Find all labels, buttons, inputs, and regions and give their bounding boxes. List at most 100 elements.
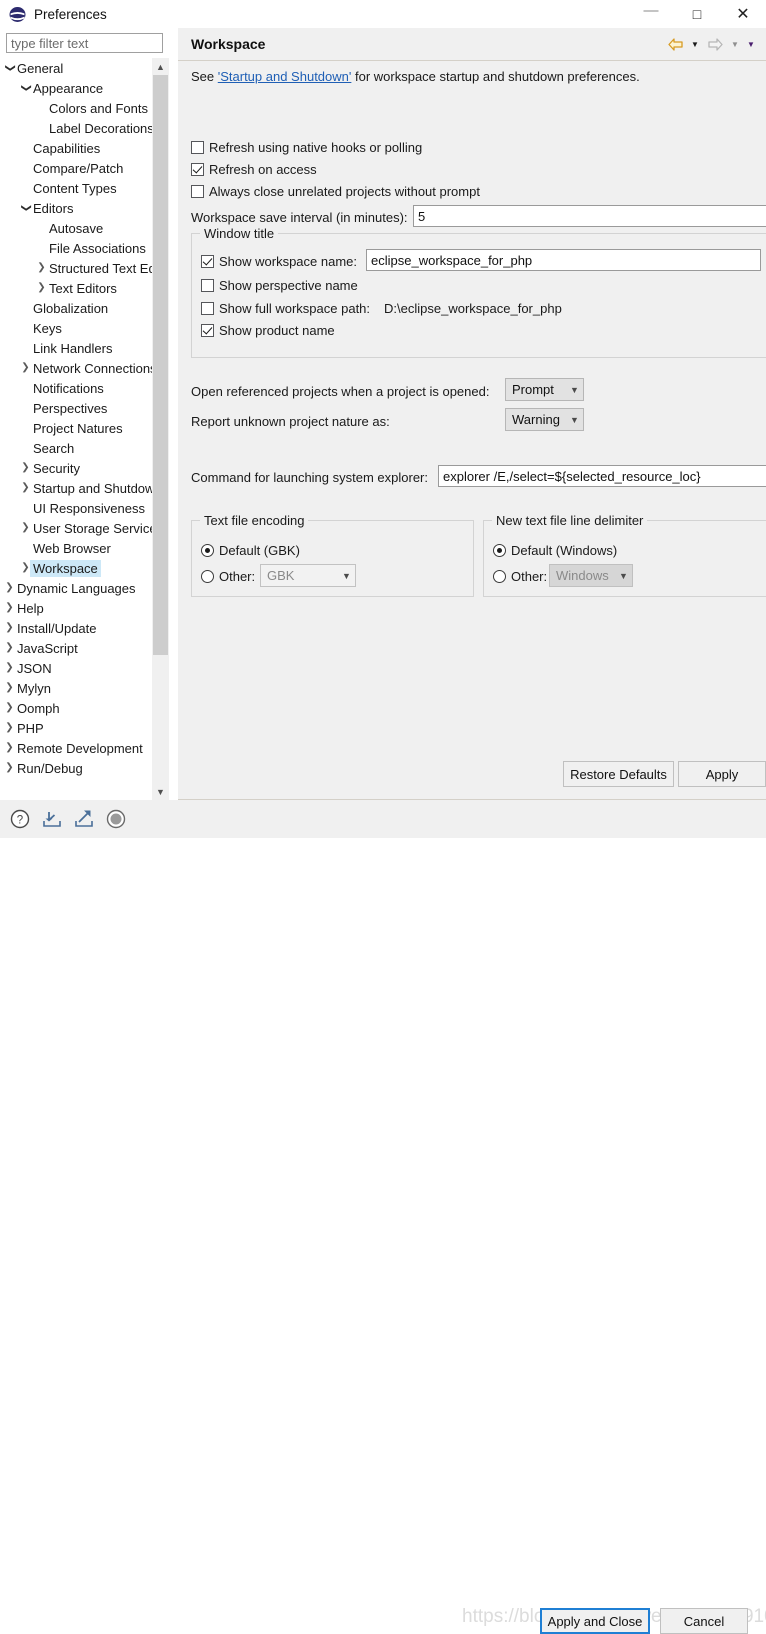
workspace-name-input[interactable] [366, 249, 761, 271]
back-menu-chevron-down-icon[interactable]: ▼ [688, 34, 702, 54]
chevron-right-icon[interactable]: ❯ [2, 698, 17, 718]
apply-button[interactable]: Apply [678, 761, 766, 787]
sidebar-item-globalization[interactable]: Globalization [0, 298, 152, 318]
checkbox-indicator[interactable] [191, 185, 204, 198]
radio-indicator[interactable] [201, 544, 214, 557]
checkbox-indicator[interactable] [201, 302, 214, 315]
encoding-other-combo[interactable]: GBK ▼ [260, 564, 356, 587]
sidebar-item-capabilities[interactable]: Capabilities [0, 138, 152, 158]
sidebar-item-colors-and-fonts[interactable]: Colors and Fonts [0, 98, 152, 118]
chevron-down-icon[interactable]: ❯ [16, 81, 36, 96]
forward-arrow-icon[interactable] [704, 34, 726, 54]
open-referenced-combo[interactable]: Prompt ▼ [505, 378, 584, 401]
sidebar-item-compare-patch[interactable]: Compare/Patch [0, 158, 152, 178]
close-button[interactable]: ✕ [720, 0, 766, 28]
checkbox-close-unrelated-projects[interactable]: Always close unrelated projects without … [191, 184, 480, 199]
radio-encoding-other[interactable]: Other: [201, 569, 255, 584]
radio-indicator[interactable] [493, 570, 506, 583]
maximize-button[interactable]: □ [674, 0, 720, 28]
back-arrow-icon[interactable] [664, 34, 686, 54]
sidebar-item-remote-development[interactable]: ❯ Remote Development [0, 738, 152, 758]
help-icon[interactable]: ? [8, 807, 32, 831]
radio-encoding-default[interactable]: Default (GBK) [201, 543, 300, 558]
chevron-right-icon[interactable]: ❯ [2, 738, 17, 758]
cancel-button[interactable]: Cancel [660, 1608, 748, 1634]
sidebar-item-javascript[interactable]: ❯ JavaScript [0, 638, 152, 658]
sidebar-item-label-decorations[interactable]: Label Decorations [0, 118, 152, 138]
sidebar-item-workspace[interactable]: ❯ Workspace [0, 558, 152, 578]
sidebar-item-notifications[interactable]: Notifications [0, 378, 152, 398]
sidebar-item-editors[interactable]: ❯ Editors [0, 198, 152, 218]
sidebar-item-general[interactable]: ❯ General [0, 58, 152, 78]
sidebar-item-ui-responsiveness[interactable]: UI Responsiveness [0, 498, 152, 518]
chevron-right-icon[interactable]: ❯ [2, 618, 17, 638]
checkbox-indicator[interactable] [201, 255, 214, 268]
checkbox-indicator[interactable] [201, 279, 214, 292]
scroll-up-icon[interactable]: ▲ [152, 58, 169, 75]
status-circle-icon[interactable] [104, 807, 128, 831]
chevron-right-icon[interactable]: ❯ [2, 578, 17, 598]
chevron-right-icon[interactable]: ❯ [18, 478, 33, 498]
tree-vertical-scrollbar[interactable]: ▲ ▼ [152, 58, 169, 800]
import-icon[interactable] [40, 807, 64, 831]
radio-indicator[interactable] [493, 544, 506, 557]
checkbox-show-perspective-name[interactable]: Show perspective name [201, 278, 358, 293]
radio-delimiter-other[interactable]: Other: [493, 569, 547, 584]
sidebar-item-security[interactable]: ❯ Security [0, 458, 152, 478]
chevron-down-icon[interactable]: ❯ [0, 61, 20, 76]
tree-vscroll-thumb[interactable] [153, 75, 168, 655]
sidebar-item-network-connections[interactable]: ❯ Network Connections [0, 358, 152, 378]
sidebar-item-help[interactable]: ❯ Help [0, 598, 152, 618]
sidebar-item-dynamic-languages[interactable]: ❯ Dynamic Languages [0, 578, 152, 598]
preferences-tree[interactable]: ❯ General ❯ Appearance Colors and Fonts Label… [0, 58, 152, 800]
checkbox-refresh-native-hooks[interactable]: Refresh using native hooks or polling [191, 140, 422, 155]
sidebar-item-text-editors[interactable]: ❯ Text Editors [0, 278, 152, 298]
chevron-right-icon[interactable]: ❯ [2, 598, 17, 618]
explorer-command-input[interactable] [438, 465, 766, 487]
chevron-right-icon[interactable]: ❯ [34, 278, 49, 298]
checkbox-show-full-workspace-path[interactable]: Show full workspace path: D:\eclipse_wor… [201, 301, 562, 316]
chevron-right-icon[interactable]: ❯ [2, 758, 17, 778]
checkbox-show-product-name[interactable]: Show product name [201, 323, 335, 338]
chevron-right-icon[interactable]: ❯ [18, 358, 33, 378]
sidebar-item-link-handlers[interactable]: Link Handlers [0, 338, 152, 358]
sidebar-item-run-debug[interactable]: ❯ Run/Debug [0, 758, 152, 778]
sidebar-item-mylyn[interactable]: ❯ Mylyn [0, 678, 152, 698]
apply-and-close-button[interactable]: Apply and Close [540, 1608, 650, 1634]
unknown-nature-combo[interactable]: Warning ▼ [505, 408, 584, 431]
checkbox-indicator[interactable] [191, 141, 204, 154]
forward-menu-chevron-down-icon[interactable]: ▼ [728, 34, 742, 54]
sidebar-item-php[interactable]: ❯ PHP [0, 718, 152, 738]
chevron-down-icon[interactable]: ▼ [338, 571, 355, 581]
checkbox-refresh-on-access[interactable]: Refresh on access [191, 162, 317, 177]
minimize-button[interactable]: — [628, 0, 674, 28]
chevron-down-icon[interactable]: ▼ [566, 385, 583, 395]
sidebar-item-install-update[interactable]: ❯ Install/Update [0, 618, 152, 638]
checkbox-show-workspace-name[interactable]: Show workspace name: [201, 254, 357, 269]
sidebar-item-content-types[interactable]: Content Types [0, 178, 152, 198]
chevron-right-icon[interactable]: ❯ [2, 658, 17, 678]
checkbox-indicator[interactable] [201, 324, 214, 337]
restore-defaults-button[interactable]: Restore Defaults [563, 761, 674, 787]
sidebar-item-perspectives[interactable]: Perspectives [0, 398, 152, 418]
scroll-down-icon[interactable]: ▼ [152, 783, 169, 800]
chevron-right-icon[interactable]: ❯ [34, 258, 49, 278]
sidebar-item-keys[interactable]: Keys [0, 318, 152, 338]
chevron-right-icon[interactable]: ❯ [18, 458, 33, 478]
sidebar-item-web-browser[interactable]: Web Browser [0, 538, 152, 558]
filter-input[interactable] [6, 33, 163, 53]
sidebar-item-project-natures[interactable]: Project Natures [0, 418, 152, 438]
chevron-right-icon[interactable]: ❯ [2, 678, 17, 698]
sidebar-item-autosave[interactable]: Autosave [0, 218, 152, 238]
export-icon[interactable] [72, 807, 96, 831]
sidebar-item-structured-text-editors[interactable]: ❯Structured Text Editors [0, 258, 152, 278]
sidebar-item-json[interactable]: ❯ JSON [0, 658, 152, 678]
chevron-down-icon[interactable]: ❯ [16, 201, 36, 216]
sidebar-item-startup-and-shutdown[interactable]: ❯ Startup and Shutdown [0, 478, 152, 498]
checkbox-indicator[interactable] [191, 163, 204, 176]
sidebar-item-appearance[interactable]: ❯ Appearance [0, 78, 152, 98]
sidebar-item-file-associations[interactable]: File Associations [0, 238, 152, 258]
view-menu-chevron-down-icon[interactable]: ▼ [744, 34, 758, 54]
chevron-right-icon[interactable]: ❯ [2, 718, 17, 738]
save-interval-input[interactable] [413, 205, 766, 227]
